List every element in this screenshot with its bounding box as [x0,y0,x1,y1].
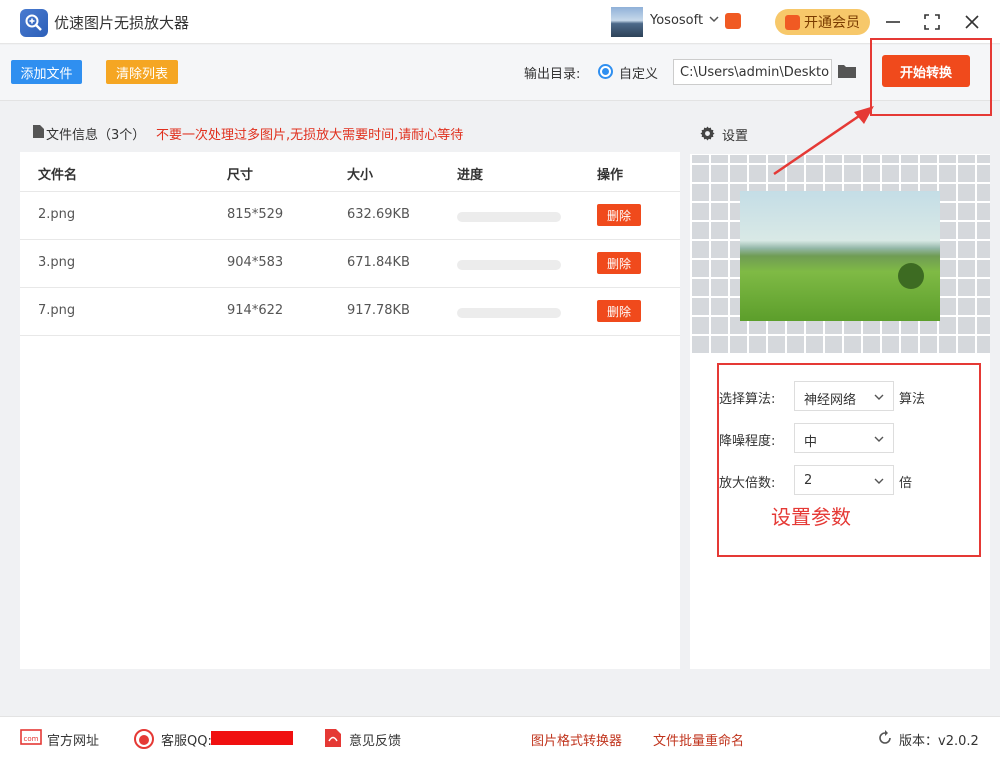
footer: com 官方网址 客服QQ: 意见反馈 图片格式转换器 文件批量重命名 版本：v… [0,716,1000,760]
table-row: 7.png 914*622 917.78KB 删除 [20,287,680,335]
refresh-icon[interactable] [877,730,893,746]
gear-icon [700,126,715,141]
output-path-input[interactable]: C:\Users\admin\Deskto [673,59,832,85]
custom-radio-label[interactable]: 自定义 [619,63,658,82]
maximize-icon[interactable] [920,10,944,34]
custom-radio[interactable] [598,64,613,79]
feedback-icon [325,729,341,747]
output-dir-label: 输出目录: [524,67,581,82]
minimize-icon[interactable] [881,10,905,34]
title-bar: 优速图片无损放大器 Yososoft 开通会员 [0,0,1000,44]
progress-bar [457,308,561,318]
output-path-value: C:\Users\admin\Deskto [680,65,830,80]
file-name-cell: 2.png [38,207,76,222]
add-file-button[interactable]: 添加文件 [11,60,82,84]
start-button-annotation-box [870,38,992,116]
file-name-cell: 3.png [38,255,76,270]
image-preview [690,155,990,355]
folder-icon[interactable] [837,63,857,79]
file-name-cell: 7.png [38,303,76,318]
column-header-dimensions: 尺寸 [227,168,254,183]
vip-button-label: 开通会员 [804,14,860,30]
file-size-cell: 917.78KB [347,303,410,318]
settings-annotation-text: 设置参数 [771,505,851,529]
vip-badge-icon [725,13,741,29]
file-warning-text: 不要一次处理过多图片,无损放大需要时间,请耐心等待 [156,128,464,143]
format-converter-link[interactable]: 图片格式转换器 [531,730,622,749]
clear-list-button[interactable]: 清除列表 [106,60,178,84]
toolbar: 添加文件 清除列表 输出目录: 自定义 C:\Users\admin\Deskt… [0,45,1000,101]
preview-tree [898,263,924,289]
progress-bar [457,212,561,222]
svg-text:com: com [24,735,39,743]
delete-button[interactable]: 删除 [597,300,641,322]
file-info-header: 文件信息（3个） 不要一次处理过多图片,无损放大需要时间,请耐心等待 [20,112,680,152]
chevron-down-icon[interactable] [709,14,719,24]
support-qq-label[interactable]: 客服QQ: [161,730,212,749]
website-icon: com [20,729,42,745]
delete-button[interactable]: 删除 [597,204,641,226]
progress-bar [457,260,561,270]
column-header-filename: 文件名 [38,168,78,183]
preview-landscape-image [740,191,940,321]
column-header-size: 大小 [347,168,374,183]
file-size-cell: 632.69KB [347,207,410,222]
feedback-link[interactable]: 意见反馈 [349,730,401,749]
file-dimensions-cell: 914*622 [227,303,284,318]
column-header-progress: 进度 [457,168,484,183]
file-list-panel: 文件信息（3个） 不要一次处理过多图片,无损放大需要时间,请耐心等待 文件名 尺… [20,112,680,669]
user-avatar[interactable] [611,7,643,37]
redacted-qq-number [211,731,293,745]
version-label: 版本：v2.0.2 [899,734,979,749]
table-row: 2.png 815*529 632.69KB 删除 [20,191,680,239]
annotation-arrow [773,106,874,176]
settings-title: 设置 [722,129,749,144]
table-bottom-border [20,335,680,336]
file-dimensions-cell: 904*583 [227,255,284,270]
delete-button[interactable]: 删除 [597,252,641,274]
close-icon[interactable] [960,10,984,34]
file-count-label: 文件信息（3个） [46,128,146,143]
document-icon [33,125,44,138]
username[interactable]: Yososoft [650,13,703,28]
support-icon [134,729,154,749]
app-logo-icon [20,9,48,37]
website-link[interactable]: 官方网址 [47,730,99,749]
batch-rename-link[interactable]: 文件批量重命名 [653,730,744,749]
file-size-cell: 671.84KB [347,255,410,270]
file-dimensions-cell: 815*529 [227,207,284,222]
column-header-action: 操作 [597,168,624,183]
table-row: 3.png 904*583 671.84KB 删除 [20,239,680,287]
vip-button[interactable]: 开通会员 [775,9,870,35]
app-title: 优速图片无损放大器 [54,14,190,32]
vip-icon [785,15,800,30]
